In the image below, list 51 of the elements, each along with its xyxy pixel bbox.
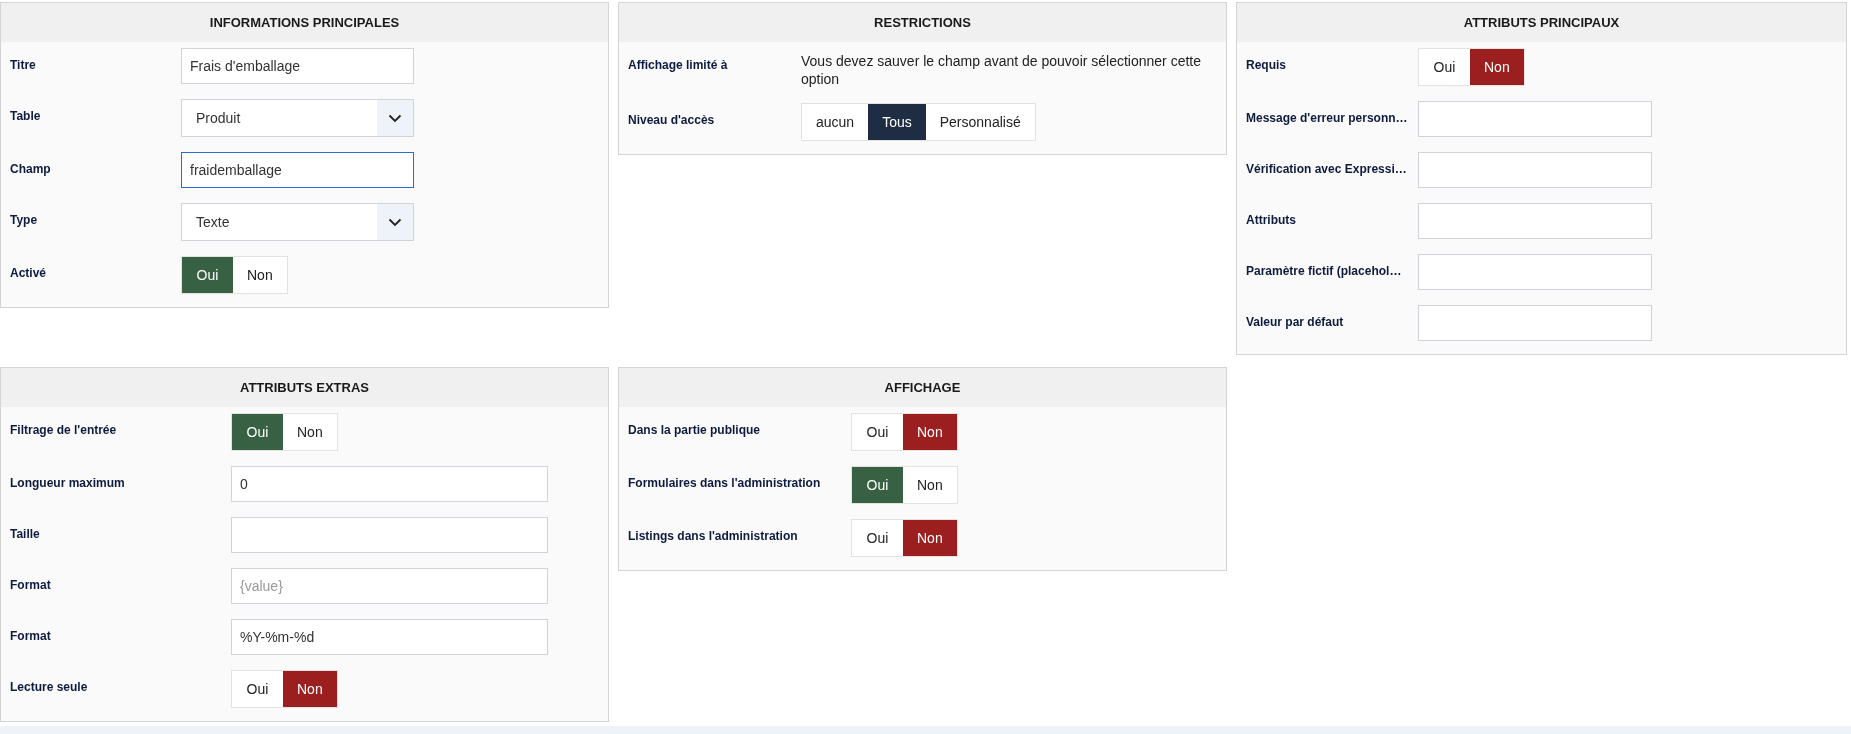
panel-title: RESTRICTIONS bbox=[619, 3, 1226, 42]
field-label: Listings dans l'administration bbox=[627, 528, 799, 543]
toggle-option[interactable]: Non bbox=[283, 671, 337, 707]
field-label: Vérification avec Expressi… bbox=[1245, 161, 1408, 176]
toggle-option[interactable]: Non bbox=[903, 414, 957, 450]
text-field[interactable]: 0 bbox=[231, 466, 548, 502]
text-field[interactable]: Frais d'emballage bbox=[181, 48, 414, 84]
text-field[interactable] bbox=[1418, 254, 1652, 290]
panel-title: ATTRIBUTS PRINCIPAUX bbox=[1237, 3, 1846, 42]
field-label: Affichage limité à bbox=[627, 57, 729, 72]
field-label: Format bbox=[9, 628, 52, 643]
text-field[interactable] bbox=[1418, 305, 1652, 341]
text-field[interactable]: fraidemballage bbox=[181, 152, 414, 188]
toggle-option[interactable]: Oui bbox=[852, 467, 903, 503]
toggle-option[interactable]: Oui bbox=[182, 257, 233, 293]
field-label: Paramètre fictif (placehol… bbox=[1245, 263, 1403, 278]
field-label: Message d'erreur personn… bbox=[1245, 110, 1409, 125]
field-label: Valeur par défaut bbox=[1245, 314, 1345, 329]
field-label: Lecture seule bbox=[9, 679, 89, 694]
field-label: Activé bbox=[9, 265, 48, 280]
field-label: Requis bbox=[1245, 57, 1287, 72]
toggle-option[interactable]: Non bbox=[1470, 49, 1524, 85]
field-label: Longueur maximum bbox=[9, 475, 126, 490]
info-message: Vous devez sauver le champ avant de pouvoir sélectionner cette option bbox=[801, 52, 1203, 88]
text-field[interactable]: %Y-%m-%d bbox=[231, 619, 548, 655]
panel-title: AFFICHAGE bbox=[619, 368, 1226, 407]
chevron-down-icon bbox=[388, 217, 402, 227]
text-field[interactable] bbox=[231, 517, 548, 553]
field-label: Titre bbox=[9, 57, 37, 72]
field-label: Formulaires dans l'administration bbox=[627, 475, 822, 490]
panel-title: ATTRIBUTS EXTRAS bbox=[1, 368, 608, 407]
text-field[interactable]: {value} bbox=[231, 568, 548, 604]
chevron-down-icon bbox=[388, 113, 402, 123]
toggle-option[interactable]: Oui bbox=[232, 414, 283, 450]
field-label: Dans la partie publique bbox=[627, 422, 762, 437]
field-label: Niveau d'accès bbox=[627, 112, 716, 127]
panel-title: INFORMATIONS PRINCIPALES bbox=[1, 3, 608, 42]
select-field[interactable]: Produit bbox=[181, 99, 414, 137]
text-field[interactable] bbox=[1418, 203, 1652, 239]
field-label: Format bbox=[9, 577, 52, 592]
text-field[interactable] bbox=[1418, 152, 1652, 188]
select-field[interactable]: Texte bbox=[181, 203, 414, 241]
field-label: Attributs bbox=[1245, 212, 1297, 227]
field-label: Champ bbox=[9, 161, 52, 176]
toggle-option[interactable]: Tous bbox=[868, 104, 926, 140]
field-label: Type bbox=[9, 212, 39, 227]
text-field[interactable] bbox=[1418, 101, 1652, 137]
toggle-option[interactable]: Non bbox=[903, 520, 957, 556]
field-label: Taille bbox=[9, 526, 41, 541]
field-label: Filtrage de l'entrée bbox=[9, 422, 118, 437]
field-label: Table bbox=[9, 108, 42, 123]
